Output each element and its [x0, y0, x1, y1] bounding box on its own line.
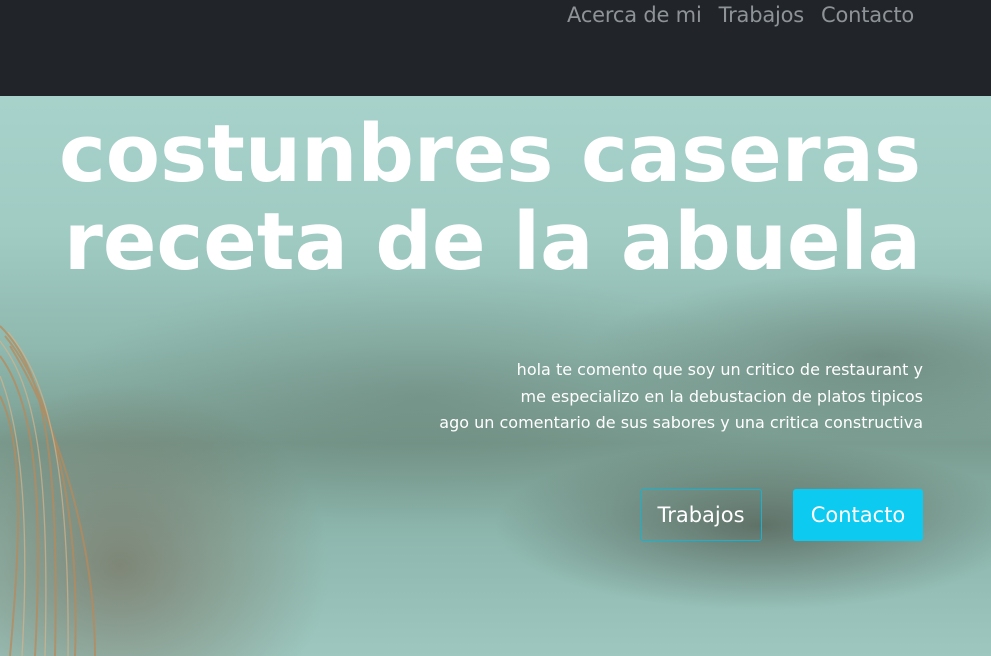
- hero-title-line-2: receta de la abuela: [63, 196, 921, 288]
- hero-description: hola te comento que soy un critico de re…: [323, 357, 923, 437]
- trabajos-button[interactable]: Trabajos: [640, 489, 762, 541]
- nav-link-acerca[interactable]: Acerca de mi: [567, 3, 702, 27]
- hero-section: costunbres caseras receta de la abuela h…: [0, 96, 991, 656]
- nav-links: Acerca de mi Trabajos Contacto: [567, 3, 914, 27]
- hero-description-line-3: ago un comentario de sus sabores y una c…: [439, 413, 923, 432]
- navbar: Acerca de mi Trabajos Contacto: [0, 0, 991, 96]
- hero-description-line-2: me especializo en la debustacion de plat…: [520, 386, 924, 406]
- hero-description-line-1: hola te comento que soy un critico de re…: [516, 360, 923, 379]
- nav-link-contacto[interactable]: Contacto: [821, 3, 914, 27]
- hero-title: costunbres caseras receta de la abuela: [21, 110, 921, 286]
- contacto-button[interactable]: Contacto: [793, 489, 923, 541]
- nav-link-trabajos[interactable]: Trabajos: [719, 3, 805, 27]
- hero-title-line-1: costunbres caseras: [58, 108, 921, 200]
